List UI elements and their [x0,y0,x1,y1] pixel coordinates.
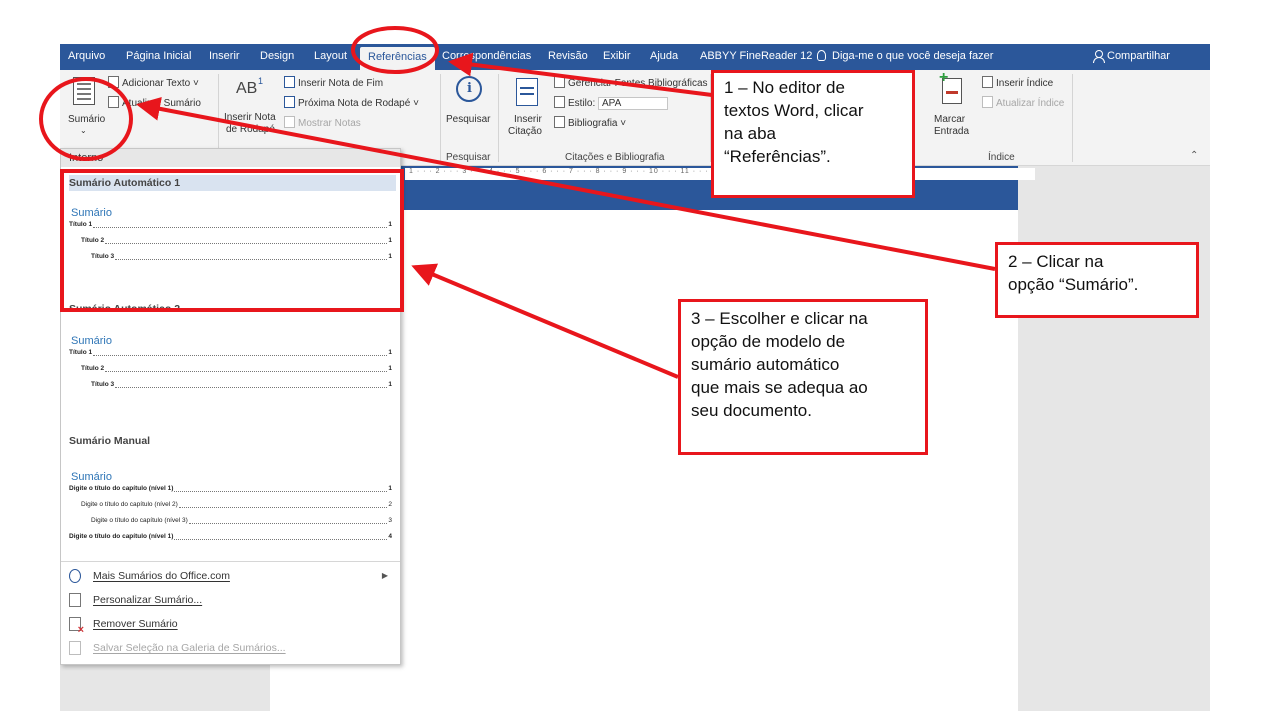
callout-line: opção “Sumário”. [1008,274,1139,294]
callout-line: que mais se adequa ao [691,377,868,397]
callout-line: 3 – Escolher e clicar na [691,309,868,328]
callout-line: sumário automático [691,354,840,374]
callout-line: 1 – No editor de [724,78,845,97]
callout-step-3: 3 – Escolher e clicar na opção de modelo… [678,299,928,455]
callout-line: na aba [724,123,776,143]
callout-line: opção de modelo de [691,331,846,351]
callout-step-2: 2 – Clicar na opção “Sumário”. [995,242,1199,318]
callout-line: textos Word, clicar [724,100,864,120]
annotation-overlay [39,26,996,379]
arrow-to-referencias [448,52,713,97]
callout-line: “Referências”. [724,146,831,166]
callout-line: seu documento. [691,400,812,420]
highlight-rect-gallery-item [60,169,404,312]
arrow-to-gallery [411,263,679,379]
highlight-ellipse-referencias [351,26,439,74]
highlight-ellipse-sumario [39,77,133,161]
callout-line: 2 – Clicar na [1008,252,1104,271]
callout-step-1: 1 – No editor de textos Word, clicar na … [711,70,915,198]
